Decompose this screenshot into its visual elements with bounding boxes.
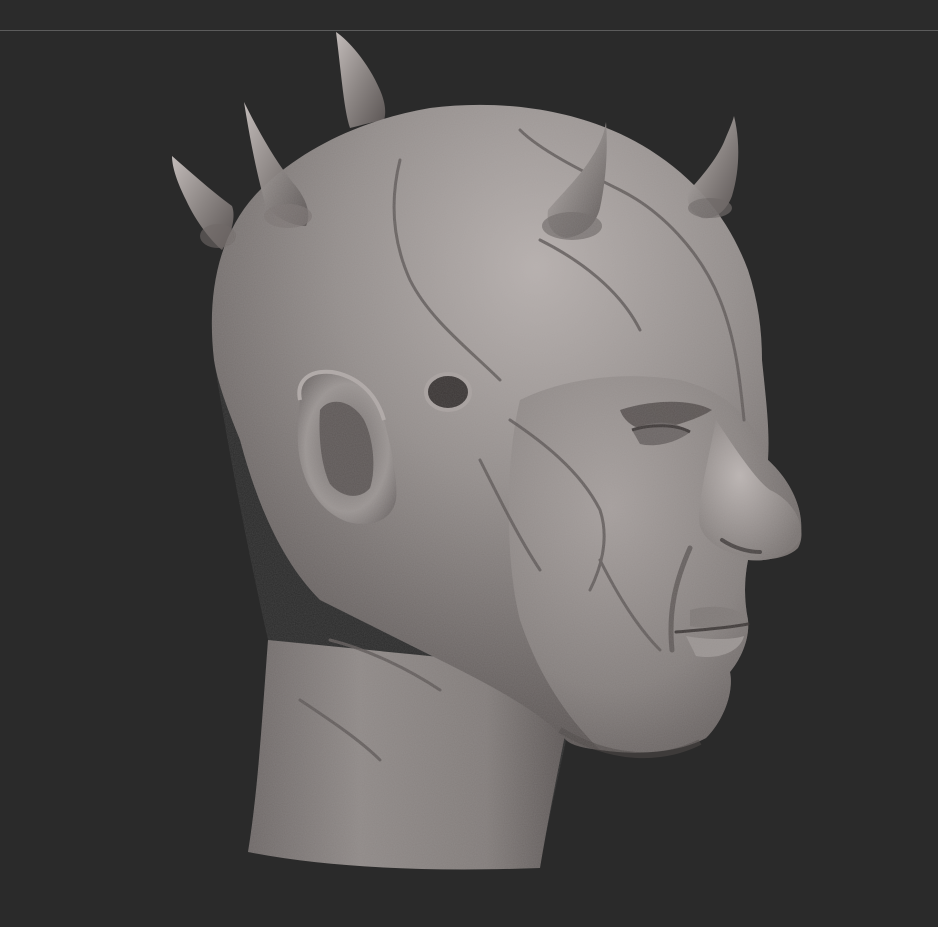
top-toolbar — [0, 0, 938, 30]
sculpt-model-render — [172, 32, 802, 870]
horn-back-top — [336, 32, 386, 128]
3d-viewport-canvas[interactable] — [0, 31, 938, 927]
sculpt-application — [0, 0, 938, 927]
skin-texture — [211, 104, 802, 870]
